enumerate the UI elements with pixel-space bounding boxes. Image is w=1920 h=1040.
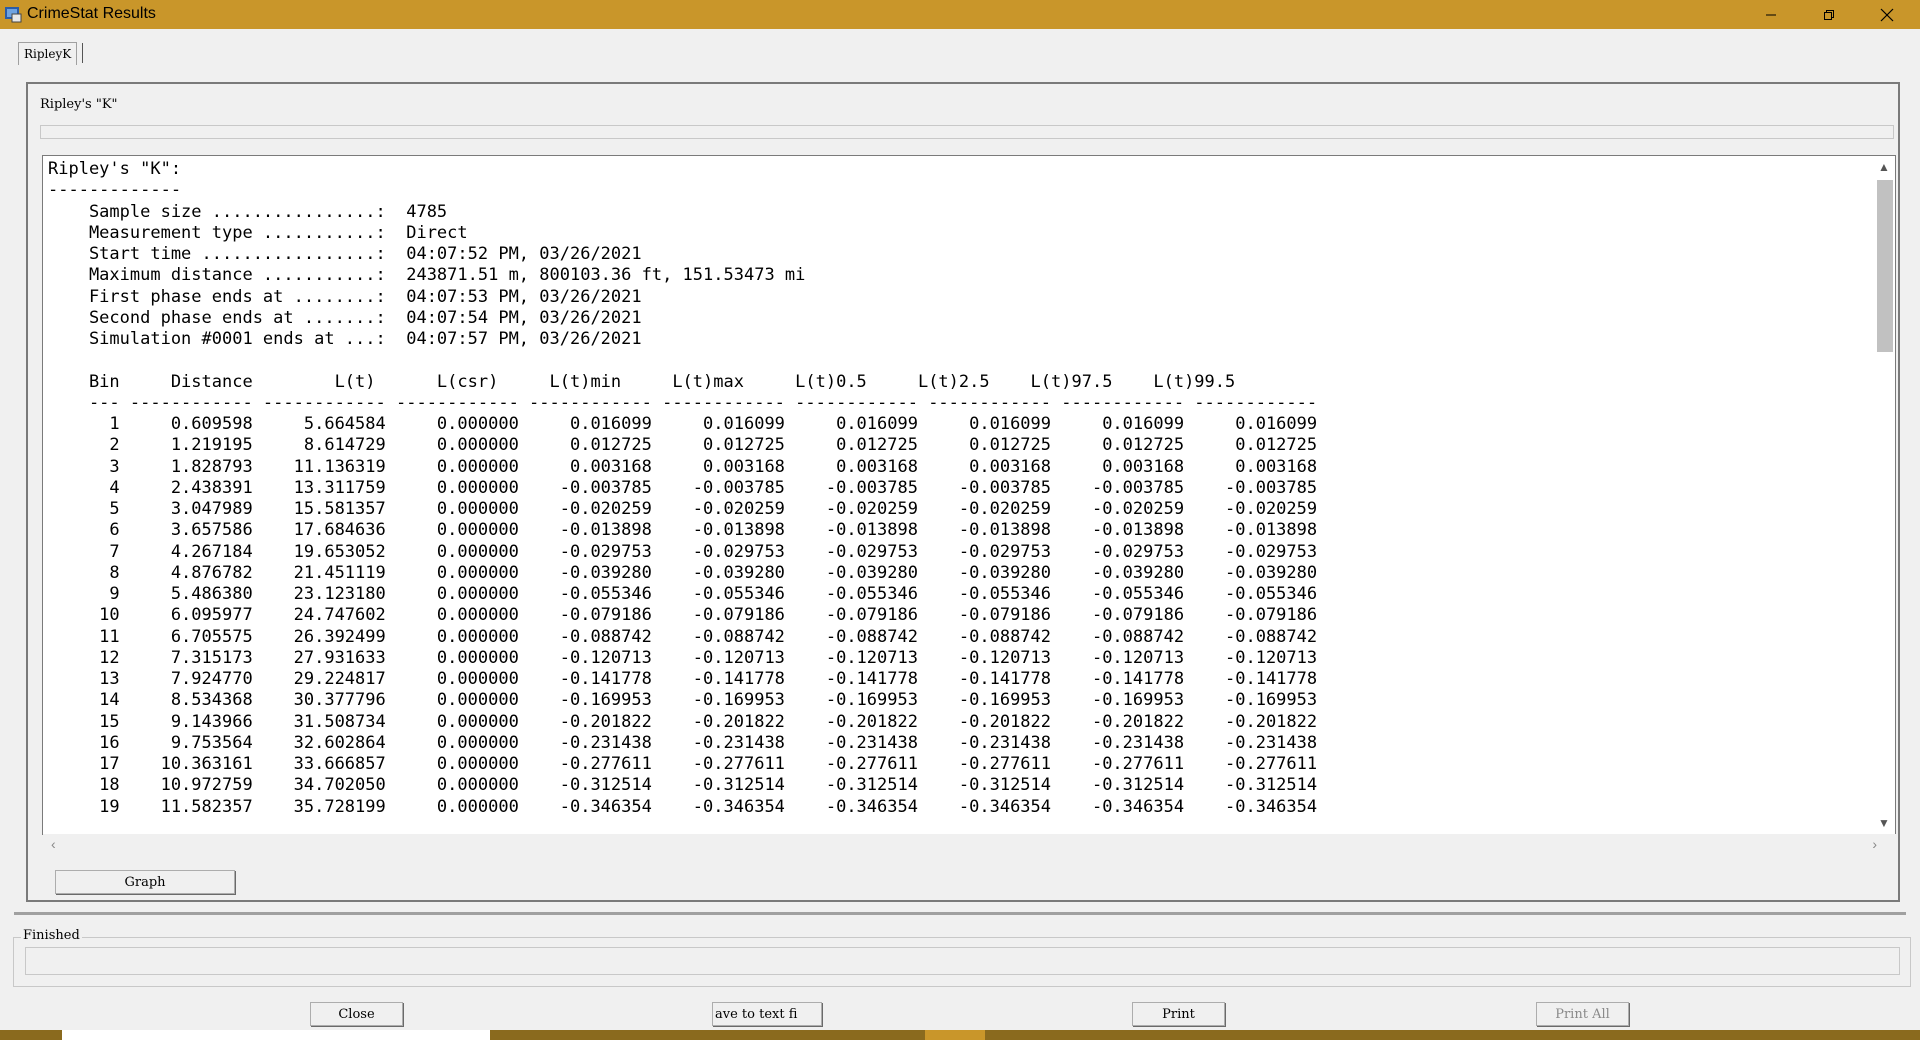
print-button[interactable]: Print: [1132, 1002, 1225, 1026]
scroll-up-icon[interactable]: ▲: [1877, 160, 1891, 174]
scroll-down-icon[interactable]: ▼: [1877, 816, 1891, 830]
taskbar-item-active[interactable]: [925, 1030, 985, 1040]
tab-strip: RipleyK: [0, 29, 1920, 71]
minimize-button[interactable]: [1742, 0, 1800, 29]
minimize-icon: [1766, 14, 1776, 15]
panel-heading: Ripley's "K": [40, 97, 118, 112]
title-bar: CrimeStat Results: [0, 0, 1920, 29]
close-button[interactable]: Close: [310, 1002, 403, 1026]
panel-divider: [14, 912, 1906, 915]
tab-ripleyk[interactable]: RipleyK: [18, 42, 78, 65]
status-field: [25, 947, 1900, 975]
window-title: CrimeStat Results: [27, 5, 156, 22]
restore-icon: [1824, 9, 1834, 20]
scroll-right-icon[interactable]: ›: [1872, 836, 1877, 852]
taskbar: [0, 1030, 1920, 1040]
horizontal-scrollbar[interactable]: ‹ ›: [43, 834, 1897, 854]
crimestat-app-icon: [4, 5, 22, 23]
restore-button[interactable]: [1800, 0, 1858, 29]
vertical-scrollbar[interactable]: ▲ ▼: [1873, 156, 1895, 834]
status-group-label: Finished: [21, 928, 82, 943]
results-text: Ripley's "K": ------------- Sample size …: [48, 159, 1318, 817]
tab-separator: [82, 43, 83, 63]
heading-divider: [40, 125, 1894, 139]
taskbar-item[interactable]: [62, 1030, 490, 1040]
close-window-button[interactable]: [1858, 0, 1916, 29]
vertical-scroll-thumb[interactable]: [1877, 180, 1893, 352]
save-to-text-file-button[interactable]: ave to text fi: [712, 1002, 822, 1026]
results-textbox[interactable]: Ripley's "K": ------------- Sample size …: [42, 155, 1897, 854]
graph-button[interactable]: Graph: [55, 870, 235, 894]
close-icon: [1880, 8, 1894, 21]
scroll-left-icon[interactable]: ‹: [51, 836, 56, 852]
print-all-button[interactable]: Print All: [1536, 1002, 1629, 1026]
